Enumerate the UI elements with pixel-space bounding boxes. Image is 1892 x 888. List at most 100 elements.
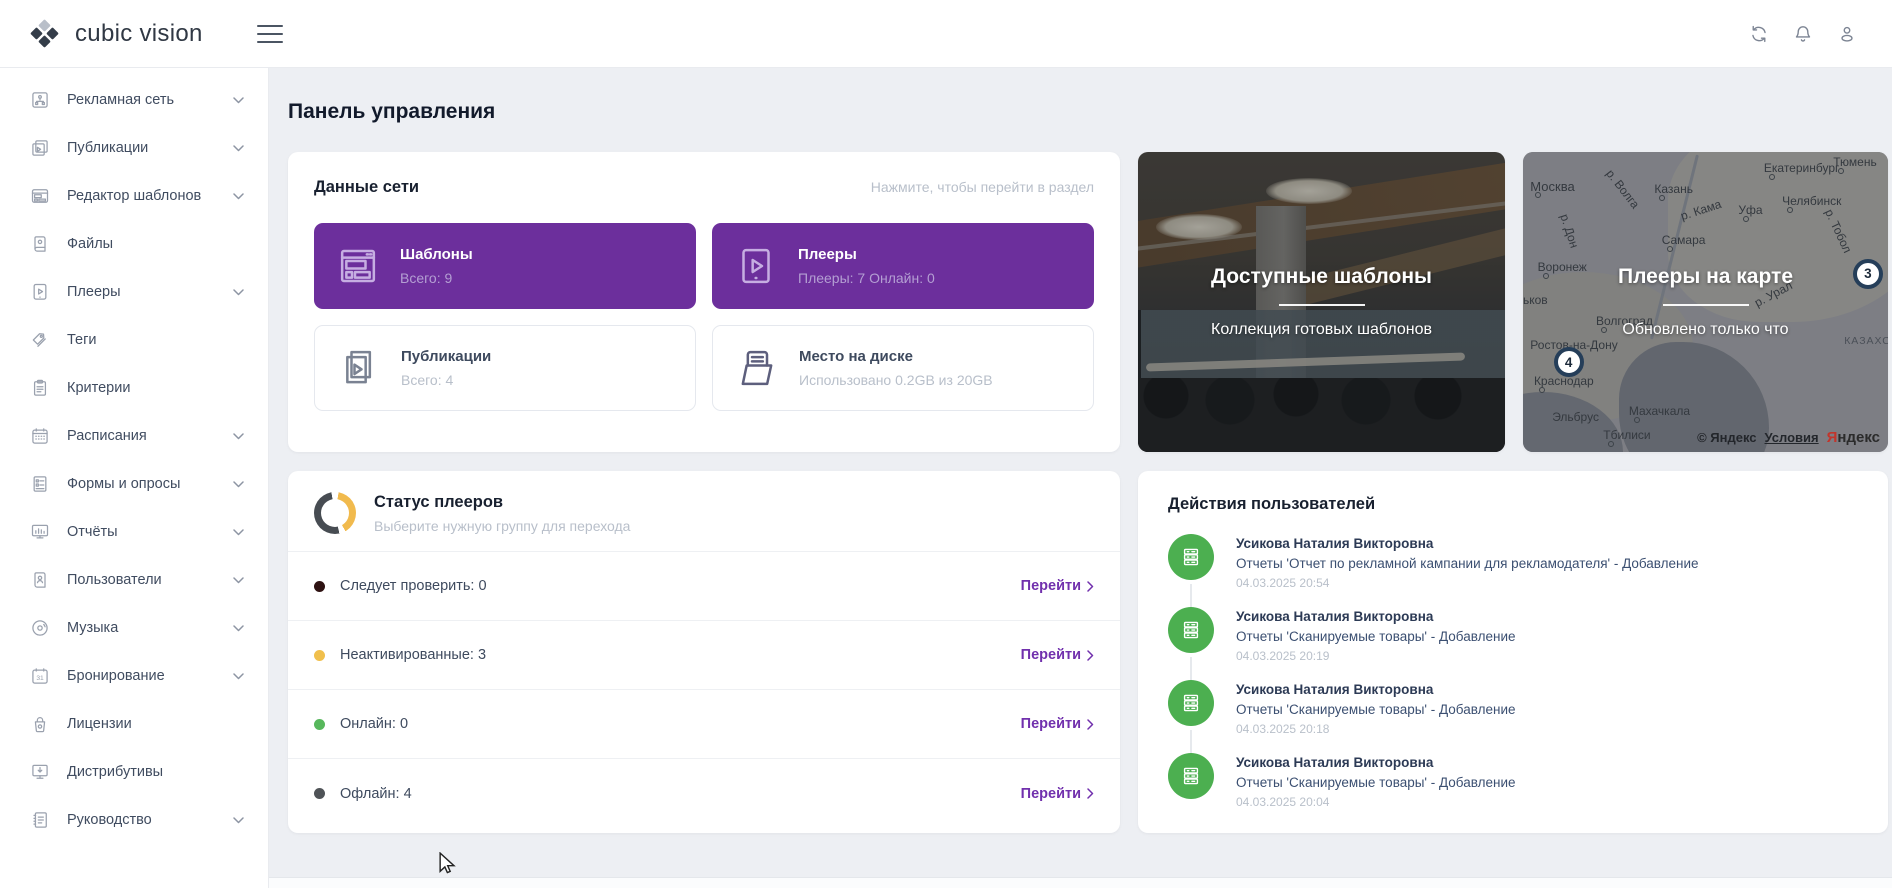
- sidebar-item-publications[interactable]: Публикации: [0, 124, 268, 172]
- map-card-subtitle: Обновлено только что: [1622, 321, 1788, 339]
- tile-templates[interactable]: Шаблоны Всего: 9: [314, 223, 696, 309]
- sidebar-item-distributives[interactable]: Дистрибутивы: [0, 748, 268, 796]
- distributives-icon: [30, 762, 50, 782]
- sidebar-item-label: Музыка: [67, 620, 118, 636]
- status-row-check: Следует проверить: 0 Перейти: [288, 552, 1120, 621]
- chevron-down-icon: [233, 529, 244, 536]
- refresh-icon[interactable]: [1746, 21, 1772, 47]
- sidebar-item-label: Расписания: [67, 428, 147, 444]
- players-icon: [30, 282, 50, 302]
- go-link[interactable]: Перейти: [1021, 647, 1094, 663]
- activity-item[interactable]: Усикова Наталия Викторовна Отчеты 'Отчет…: [1168, 534, 1858, 607]
- network-card-hint: Нажмите, чтобы перейти в раздел: [871, 179, 1094, 195]
- activity-timestamp: 04.03.2025 20:04: [1236, 795, 1516, 809]
- activity-item[interactable]: Усикова Наталия Викторовна Отчеты 'Скани…: [1168, 680, 1858, 753]
- sidebar-item-template-editor[interactable]: Редактор шаблонов: [0, 172, 268, 220]
- sidebar-item-label: Плееры: [67, 284, 121, 300]
- page-title: Панель управления: [288, 100, 495, 124]
- sidebar-item-schedules[interactable]: Расписания: [0, 412, 268, 460]
- sidebar-item-manual[interactable]: Руководство: [0, 796, 268, 844]
- svg-text:31: 31: [36, 675, 44, 682]
- sidebar-item-reports[interactable]: Отчёты: [0, 508, 268, 556]
- yandex-logo[interactable]: Яндекс: [1827, 429, 1880, 446]
- activity-action: Отчеты 'Сканируемые товары' - Добавление: [1236, 775, 1516, 790]
- reports-icon: [30, 522, 50, 542]
- status-dot: [314, 581, 325, 592]
- chevron-down-icon: [233, 673, 244, 680]
- bell-icon[interactable]: [1790, 21, 1816, 47]
- mouse-cursor: [438, 852, 458, 879]
- template-icon: [338, 246, 378, 286]
- sidebar-item-label: Отчёты: [67, 524, 118, 540]
- brand-logo[interactable]: cubic vision: [30, 19, 203, 49]
- tile-disk-space[interactable]: Место на диске Использовано 0.2GB из 20G…: [712, 325, 1094, 411]
- sidebar-item-label: Бронирование: [67, 668, 165, 684]
- sidebar-item-ad-network[interactable]: Рекламная сеть: [0, 76, 268, 124]
- status-row-offline: Офлайн: 4 Перейти: [288, 759, 1120, 828]
- sidebar-item-players[interactable]: Плееры: [0, 268, 268, 316]
- template-editor-icon: [30, 186, 50, 206]
- players-map-card[interactable]: Москвар. ВолгаКазаньЕкатеринбургТюменьЧе…: [1523, 152, 1888, 452]
- chevron-down-icon: [233, 433, 244, 440]
- booking-icon: 31: [30, 666, 50, 686]
- templates-card-subtitle: Коллекция готовых шаблонов: [1211, 321, 1432, 339]
- manual-icon: [30, 810, 50, 830]
- chevron-down-icon: [233, 817, 244, 824]
- sidebar: Рекламная сеть Публикации Редактор шабло…: [0, 68, 269, 888]
- tile-title: Плееры: [798, 246, 935, 263]
- report-server-icon: [1168, 534, 1214, 580]
- go-link[interactable]: Перейти: [1021, 578, 1094, 594]
- tile-players[interactable]: Плееры Плееры: 7 Онлайн: 0: [712, 223, 1094, 309]
- map-cluster-marker[interactable]: 4: [1554, 347, 1584, 377]
- sidebar-item-forms[interactable]: Формы и опросы: [0, 460, 268, 508]
- activity-user: Усикова Наталия Викторовна: [1236, 536, 1699, 551]
- tile-publications[interactable]: Публикации Всего: 4: [314, 325, 696, 411]
- tags-icon: [30, 330, 50, 350]
- status-row-inactive: Неактивированные: 3 Перейти: [288, 621, 1120, 690]
- go-link[interactable]: Перейти: [1021, 716, 1094, 732]
- activity-timestamp: 04.03.2025 20:18: [1236, 722, 1516, 736]
- tile-subtitle: Всего: 9: [400, 270, 473, 286]
- go-link[interactable]: Перейти: [1021, 786, 1094, 802]
- tile-subtitle: Использовано 0.2GB из 20GB: [799, 372, 993, 388]
- sidebar-item-label: Руководство: [67, 812, 152, 828]
- chevron-right-icon: [1087, 581, 1094, 592]
- activity-item[interactable]: Усикова Наталия Викторовна Отчеты 'Скани…: [1168, 753, 1858, 826]
- chevron-right-icon: [1087, 650, 1094, 661]
- status-label: Офлайн: 4: [340, 786, 412, 802]
- map-cluster-marker[interactable]: 3: [1853, 259, 1883, 289]
- menu-icon[interactable]: [253, 21, 287, 47]
- map-card-title: Плееры на карте: [1618, 265, 1793, 289]
- map-terms-link[interactable]: Условия: [1765, 430, 1819, 445]
- activity-action: Отчеты 'Отчет по рекламной кампании для …: [1236, 556, 1699, 571]
- music-icon: [30, 618, 50, 638]
- sidebar-item-label: Редактор шаблонов: [67, 188, 201, 204]
- activity-user: Усикова Наталия Викторовна: [1236, 682, 1516, 697]
- ad-network-icon: [30, 90, 50, 110]
- sidebar-item-files[interactable]: Файлы: [0, 220, 268, 268]
- activity-item[interactable]: Усикова Наталия Викторовна Отчеты 'Скани…: [1168, 607, 1858, 680]
- player-status-card: Статус плееров Выберите нужную группу дл…: [288, 471, 1120, 833]
- topbar: cubic vision: [0, 0, 1892, 68]
- brand-name: cubic vision: [75, 20, 203, 48]
- sidebar-item-licenses[interactable]: Лицензии: [0, 700, 268, 748]
- publication-pages-icon: [339, 348, 379, 388]
- available-templates-card[interactable]: Доступные шаблоны Коллекция готовых шабл…: [1138, 152, 1505, 452]
- chevron-down-icon: [233, 625, 244, 632]
- status-dot: [314, 650, 325, 661]
- user-icon[interactable]: [1834, 21, 1860, 47]
- sidebar-item-tags[interactable]: Теги: [0, 316, 268, 364]
- sidebar-item-users[interactable]: Пользователи: [0, 556, 268, 604]
- divider: [1663, 304, 1749, 306]
- sidebar-item-label: Формы и опросы: [67, 476, 180, 492]
- sidebar-item-booking[interactable]: 31 Бронирование: [0, 652, 268, 700]
- status-card-title: Статус плееров: [374, 493, 630, 512]
- sidebar-item-criteria[interactable]: Критерии: [0, 364, 268, 412]
- activity-action: Отчеты 'Сканируемые товары' - Добавление: [1236, 702, 1516, 717]
- sidebar-item-label: Рекламная сеть: [67, 92, 174, 108]
- chevron-down-icon: [233, 289, 244, 296]
- sidebar-item-music[interactable]: Музыка: [0, 604, 268, 652]
- tile-title: Шаблоны: [400, 246, 473, 263]
- sidebar-item-label: Пользователи: [67, 572, 162, 588]
- status-dot: [314, 788, 325, 799]
